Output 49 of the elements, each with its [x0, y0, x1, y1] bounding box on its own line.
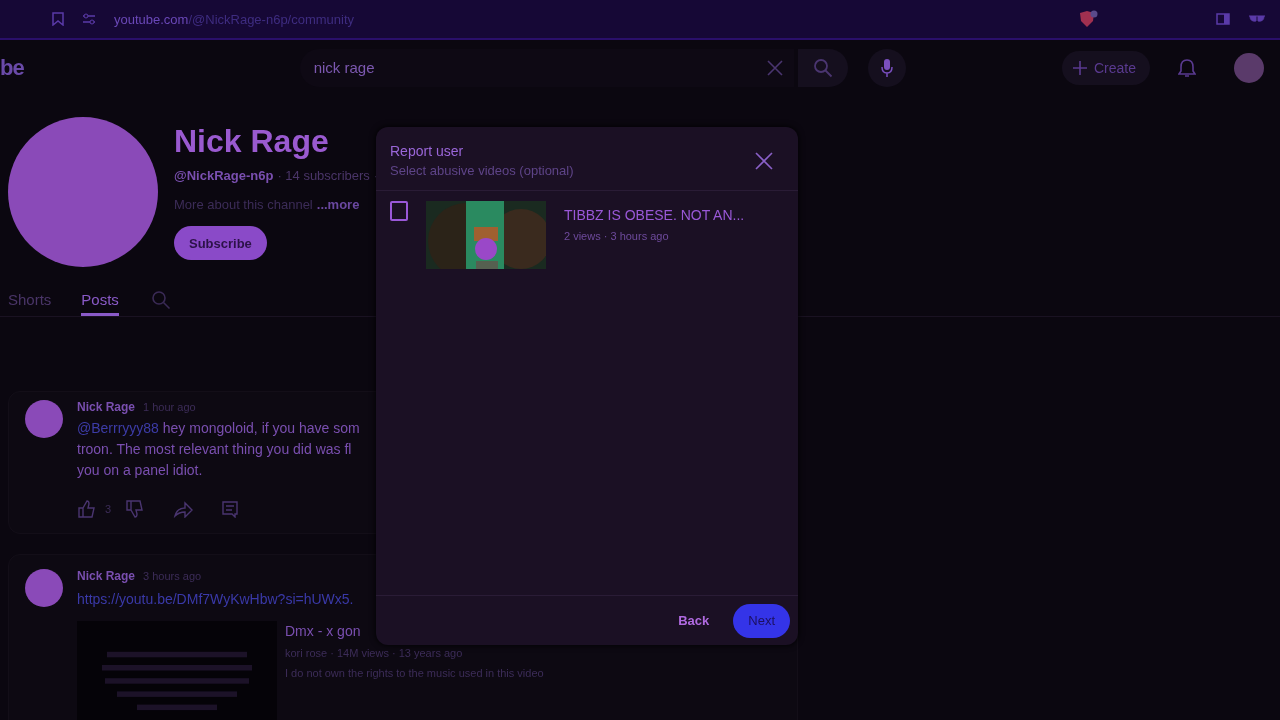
sidebar-icon[interactable] — [1216, 13, 1230, 25]
video-description: I do not own the rights to the music used in this video — [285, 667, 544, 679]
like-count: 3 — [105, 503, 112, 515]
post-text: @Berrryyy88 hey mongoloid, if you have som troon. The most relevant thing you did was fl you on a panel idiot. — [77, 419, 360, 480]
notifications-icon[interactable] — [1178, 57, 1196, 78]
channel-name: Nick Rage — [174, 123, 329, 160]
comment-icon[interactable] — [221, 500, 240, 518]
logo-text[interactable]: be — [0, 54, 24, 81]
dislike-icon[interactable] — [125, 499, 146, 519]
create-button[interactable]: Create — [1061, 50, 1150, 85]
shield-icon[interactable] — [1078, 10, 1098, 28]
share-icon[interactable] — [173, 500, 194, 518]
video-title: TIBBZ IS OBESE. NOT AN... — [564, 207, 745, 223]
account-avatar[interactable] — [1234, 52, 1264, 83]
dialog-subtitle: Select abusive videos (optional) — [390, 163, 574, 178]
search-field[interactable]: nick rage — [299, 48, 794, 87]
author-name[interactable]: Nick Rage — [77, 569, 136, 583]
microphone-icon — [879, 57, 894, 78]
address-field[interactable]: youtube.com/@NickRage-n6p/community — [114, 11, 1060, 27]
channel-tab[interactable]: Posts — [81, 283, 119, 316]
next-button[interactable]: Next — [733, 603, 790, 638]
subscribe-button[interactable]: Subscribe — [174, 226, 267, 260]
microphone-button[interactable] — [867, 48, 906, 87]
post-time: 3 hours ago — [143, 570, 202, 582]
plus-icon — [1071, 59, 1088, 76]
like-icon[interactable] — [77, 499, 97, 519]
search-icon — [812, 57, 833, 78]
dialog-title: Report user — [390, 143, 465, 159]
site-settings-icon[interactable] — [82, 13, 96, 25]
back-button[interactable]: Back — [666, 605, 722, 636]
subscriber-count: · 14 subscribers · — [277, 168, 378, 183]
post-time: 1 hour ago — [143, 401, 196, 413]
video-link[interactable]: https://youtu.be/DMf7WyKwHbw?si=hUWx5. — [77, 591, 354, 607]
video-meta: 2 views · 3 hours ago — [564, 230, 670, 242]
bookmark-icon[interactable] — [52, 12, 64, 26]
mention-link[interactable]: @Berrryyy88 — [77, 420, 159, 436]
close-icon[interactable] — [754, 150, 774, 171]
author-avatar — [25, 400, 63, 438]
author-name[interactable]: Nick Rage — [77, 400, 136, 414]
search-icon[interactable] — [150, 289, 171, 310]
glasses-icon[interactable] — [1248, 14, 1266, 24]
channel-handle: @NickRage-n6p — [174, 168, 274, 183]
search-button[interactable] — [797, 48, 848, 87]
channel-description: More about this channel — [174, 197, 313, 212]
more-link[interactable]: ...more — [316, 197, 360, 212]
channel-tab[interactable]: Shorts — [8, 283, 52, 316]
video-meta: kori rose · 14M views · 13 years ago — [285, 647, 464, 659]
checkbox[interactable] — [390, 201, 408, 221]
author-avatar — [25, 569, 63, 607]
